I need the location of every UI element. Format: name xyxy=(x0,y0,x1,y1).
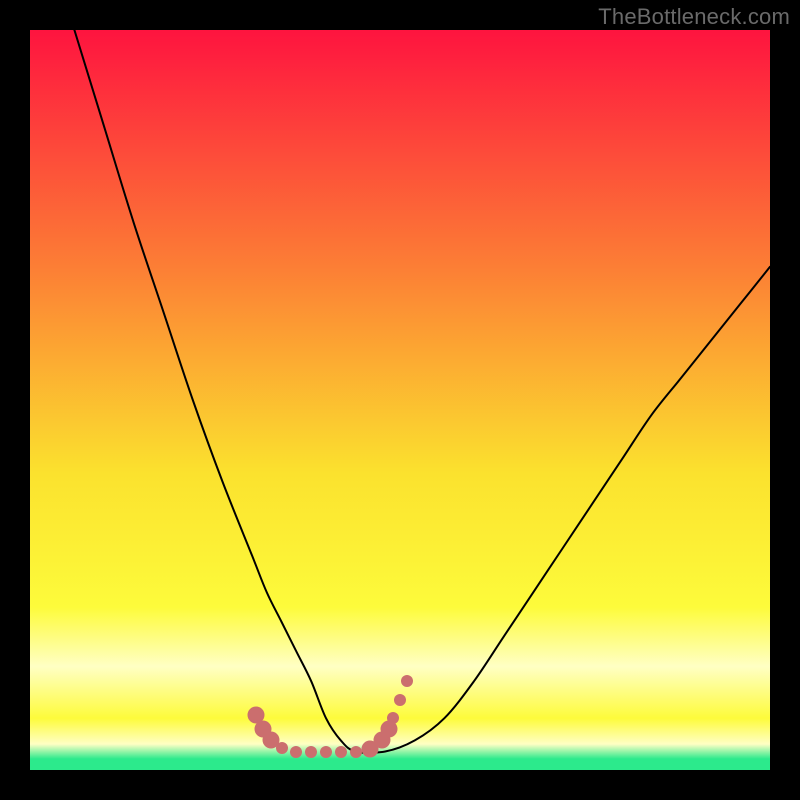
watermark-text: TheBottleneck.com xyxy=(598,4,790,30)
bottleneck-curve xyxy=(74,30,770,753)
data-marker xyxy=(350,746,362,758)
data-marker xyxy=(387,712,399,724)
data-marker xyxy=(305,746,317,758)
chart-frame: TheBottleneck.com xyxy=(0,0,800,800)
data-marker xyxy=(394,694,406,706)
data-marker xyxy=(276,742,288,754)
data-marker xyxy=(320,746,332,758)
plot-area xyxy=(30,30,770,770)
data-marker xyxy=(401,675,413,687)
data-marker xyxy=(335,746,347,758)
curve-layer xyxy=(30,30,770,770)
data-marker xyxy=(290,746,302,758)
